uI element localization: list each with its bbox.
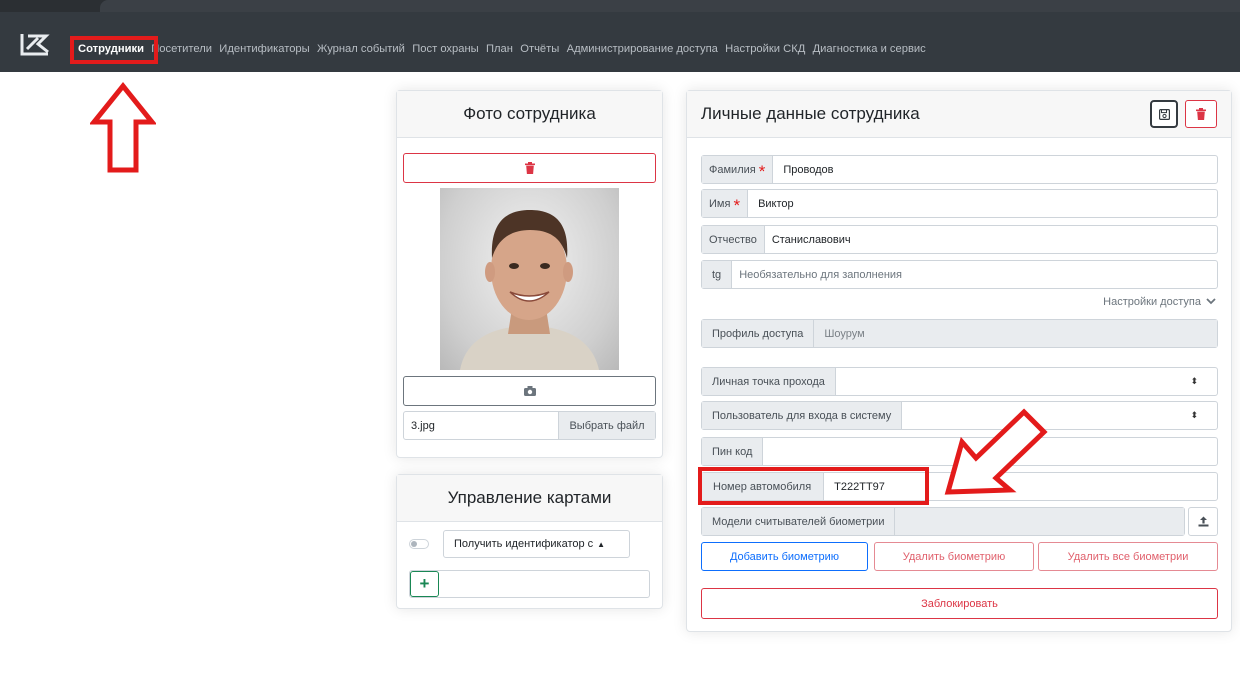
camera-icon — [523, 386, 536, 396]
card-number-input[interactable] — [439, 571, 649, 597]
file-input[interactable]: 3.jpg Выбрать файл — [403, 411, 656, 440]
annotation-box-car-number — [698, 467, 929, 505]
nav-item-access-admin[interactable]: Администрирование доступа — [567, 43, 718, 55]
system-user-label: Пользователь для входа в систему — [702, 402, 903, 429]
patronymic-group: Отчество Станиславович — [701, 225, 1218, 254]
employee-card-title: Личные данные сотрудника — [701, 104, 920, 123]
access-profile-label: Профиль доступа — [702, 320, 815, 347]
cards-card-title: Управление картами — [447, 488, 612, 507]
save-button[interactable] — [1150, 100, 1178, 128]
tab-strip — [100, 0, 1240, 12]
last-name-group: Фамилия * Проводов — [701, 155, 1218, 184]
save-icon — [1158, 108, 1170, 120]
chevron-down-icon — [1206, 298, 1216, 305]
logo-icon[interactable] — [18, 32, 54, 56]
first-name-label: Имя * — [702, 190, 749, 217]
nav-item-visitors[interactable]: Посетители — [151, 43, 212, 55]
employee-photo — [440, 188, 619, 370]
trash-icon — [524, 162, 535, 174]
take-photo-button[interactable] — [403, 376, 656, 406]
add-biometry-button[interactable]: Добавить биометрию — [701, 542, 868, 571]
biometric-models-input — [895, 508, 1184, 535]
choose-file-button[interactable]: Выбрать файл — [558, 412, 655, 439]
select-arrows-icon: ⬍︎ — [1190, 376, 1198, 386]
cards-card-header: Управление картами — [397, 475, 662, 522]
first-name-input[interactable]: Виктор — [748, 190, 1217, 217]
last-name-input[interactable]: Проводов — [773, 156, 1217, 183]
access-settings-link[interactable]: Настройки доступа — [1103, 296, 1216, 308]
select-arrows-icon: ⬍︎ — [1190, 410, 1198, 420]
access-profile-input: Шоурум — [814, 320, 1217, 347]
patronymic-label: Отчество — [702, 226, 765, 253]
trash-icon — [1196, 108, 1206, 120]
employee-card: Личные данные сотрудника Фамилия * Провод… — [686, 90, 1232, 632]
personal-point-select[interactable]: ⬍︎ — [836, 368, 1217, 395]
access-profile-group: Профиль доступа Шоурум — [701, 319, 1218, 348]
delete-employee-button[interactable] — [1185, 100, 1217, 128]
photo-card-title: Фото сотрудника — [463, 104, 596, 123]
toggle-switch[interactable] — [409, 539, 429, 549]
get-id-select[interactable]: Получить идентификатор с ▲︎ — [443, 530, 630, 558]
delete-biometry-button[interactable]: Удалить биометрию — [874, 542, 1034, 571]
nav-item-identifiers[interactable]: Идентификаторы — [219, 43, 309, 55]
arrow-up-annotation — [90, 82, 156, 173]
tg-label: tg — [702, 261, 733, 288]
nav-item-plan[interactable]: План — [486, 43, 513, 55]
add-card-button[interactable]: + — [410, 571, 439, 597]
pin-label: Пин код — [702, 438, 764, 465]
delete-photo-button[interactable] — [403, 153, 656, 183]
window-top-strip — [0, 0, 1240, 12]
nav-item-security-post[interactable]: Пост охраны — [412, 43, 478, 55]
upload-biometry-button[interactable] — [1188, 507, 1218, 536]
first-name-group: Имя * Виктор — [701, 189, 1218, 218]
delete-all-biometry-button[interactable]: Удалить все биометрии — [1038, 542, 1218, 571]
annotation-box-employees — [70, 36, 158, 64]
file-name: 3.jpg — [411, 419, 435, 432]
personal-point-label: Личная точка прохода — [702, 368, 836, 395]
toggle-icon — [411, 541, 417, 547]
biometric-models-group: Модели считывателей биометрии — [701, 507, 1185, 536]
nav-item-event-log[interactable]: Журнал событий — [317, 43, 405, 55]
tg-input[interactable]: Необязательно для заполнения — [732, 261, 1217, 288]
get-id-select-value: Получить идентификатор с — [454, 538, 594, 550]
last-name-label: Фамилия * — [702, 156, 774, 183]
add-card-group: + — [409, 570, 650, 598]
photo-card-header: Фото сотрудника — [397, 91, 662, 138]
block-employee-button[interactable]: Заблокировать — [701, 588, 1218, 619]
employee-card-header: Личные данные сотрудника — [687, 91, 1231, 138]
cards-card: Управление картами Получить идентификато… — [396, 474, 663, 609]
nav-item-acs-settings[interactable]: Настройки СКД — [725, 43, 805, 55]
upload-icon — [1198, 516, 1208, 527]
nav-menu: Сотрудники Посетители Идентификаторы Жур… — [78, 40, 933, 58]
select-arrows-icon: ▲︎ — [597, 539, 606, 549]
top-navbar: Сотрудники Посетители Идентификаторы Жур… — [0, 12, 1240, 72]
photo-card: Фото сотрудника 3.jpg Выбрать файл — [396, 90, 663, 458]
nav-item-reports[interactable]: Отчёты — [520, 43, 559, 55]
personal-point-group: Личная точка прохода ⬍︎ — [701, 367, 1218, 396]
patronymic-input[interactable]: Станиславович — [765, 226, 1217, 253]
tg-group: tg Необязательно для заполнения — [701, 260, 1218, 289]
biometric-models-label: Модели считывателей биометрии — [702, 508, 896, 535]
nav-item-diagnostics[interactable]: Диагностика и сервис — [813, 43, 926, 55]
arrow-down-left-annotation — [944, 408, 1048, 495]
